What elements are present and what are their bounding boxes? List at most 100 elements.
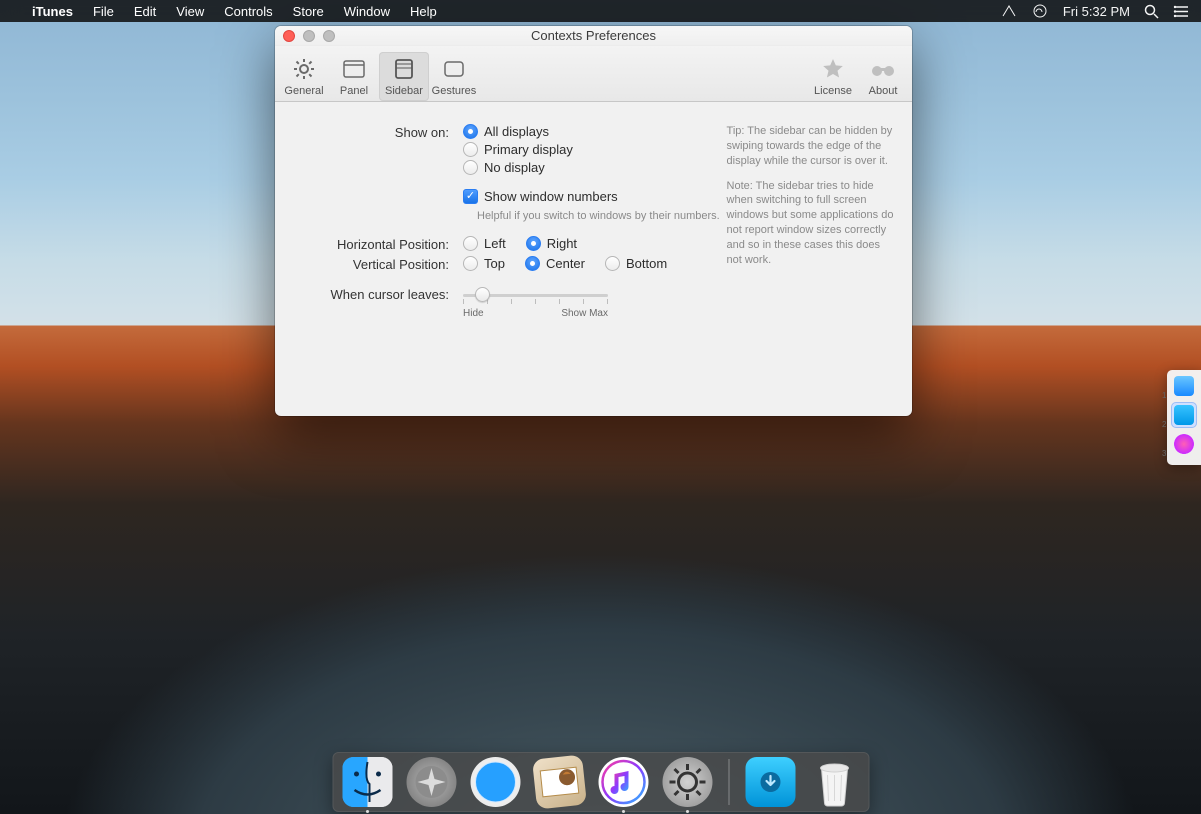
notification-center-icon[interactable] xyxy=(1173,5,1189,18)
downloads-icon xyxy=(755,767,785,797)
tab-gestures[interactable]: Gestures xyxy=(429,52,479,101)
spotlight-icon[interactable] xyxy=(1144,4,1159,19)
radio-hpos-left[interactable]: Left xyxy=(463,236,506,251)
radio-vpos-top[interactable]: Top xyxy=(463,256,505,271)
radio-vpos-bottom[interactable]: Bottom xyxy=(605,256,667,271)
radio-label: Right xyxy=(547,236,577,251)
tab-general[interactable]: General xyxy=(279,52,329,101)
contexts-item-itunes[interactable]: 3 xyxy=(1171,431,1197,457)
window-number: 3 xyxy=(1162,449,1166,458)
preferences-toolbar: General Panel Sidebar Gestures License xyxy=(275,46,912,102)
radio-label: Left xyxy=(484,236,506,251)
running-indicator-icon xyxy=(686,810,689,813)
sidebar-icon xyxy=(391,56,417,82)
menubar-item-controls[interactable]: Controls xyxy=(214,4,282,19)
slider-min-label: Hide xyxy=(463,308,484,319)
radio-vpos-center[interactable]: Center xyxy=(525,256,585,271)
help-text: Helpful if you switch to windows by thei… xyxy=(477,210,727,222)
contexts-item-contexts[interactable]: 2 xyxy=(1171,402,1197,428)
slider-max-label: Show Max xyxy=(561,308,608,319)
tab-label: General xyxy=(284,85,323,97)
star-icon xyxy=(820,56,846,82)
contexts-sidebar[interactable]: 1 2 3 xyxy=(1167,370,1201,465)
menu-extra-icon[interactable] xyxy=(1001,4,1017,18)
radio-label: Primary display xyxy=(484,142,573,157)
radio-hpos-right[interactable]: Right xyxy=(526,236,577,251)
dock-safari[interactable] xyxy=(470,757,520,807)
finder-icon xyxy=(1174,376,1194,396)
safari-icon xyxy=(472,759,518,805)
radio-all-displays[interactable]: All displays xyxy=(463,124,573,139)
dock-finder[interactable] xyxy=(342,757,392,807)
dock-mail[interactable] xyxy=(532,755,587,810)
creative-cloud-icon[interactable] xyxy=(1031,4,1049,18)
radio-primary-display[interactable]: Primary display xyxy=(463,142,573,157)
dock-settings[interactable] xyxy=(662,757,712,807)
trash-icon xyxy=(813,757,855,807)
dock xyxy=(332,752,869,812)
checkbox-label: Show window numbers xyxy=(484,189,618,204)
radio-dot-icon xyxy=(463,142,478,157)
radio-dot-icon xyxy=(463,236,478,251)
contexts-item-finder[interactable]: 1 xyxy=(1171,373,1197,399)
radio-dot-icon xyxy=(605,256,620,271)
tab-sidebar[interactable]: Sidebar xyxy=(379,52,429,101)
window-close-button[interactable] xyxy=(283,30,295,42)
vpos-label: Vertical Position: xyxy=(293,256,463,272)
menubar-item-store[interactable]: Store xyxy=(283,4,334,19)
radio-dot-icon xyxy=(526,236,541,251)
tab-panel[interactable]: Panel xyxy=(329,52,379,101)
tip-text-1: Tip: The sidebar can be hidden by swipin… xyxy=(727,124,894,169)
finder-icon xyxy=(342,757,392,807)
slider-thumb[interactable] xyxy=(475,287,490,302)
cursor-label: When cursor leaves: xyxy=(293,286,463,302)
mail-stamp-icon xyxy=(538,765,581,799)
menubar-item-view[interactable]: View xyxy=(166,4,214,19)
radio-label: Top xyxy=(484,256,505,271)
tab-label: Panel xyxy=(340,85,368,97)
window-number: 1 xyxy=(1162,391,1166,400)
dock-downloads[interactable] xyxy=(745,757,795,807)
menubar-item-window[interactable]: Window xyxy=(334,4,400,19)
cursor-slider[interactable]: Hide Show Max xyxy=(463,286,608,319)
menubar-clock[interactable]: Fri 5:32 PM xyxy=(1063,4,1130,19)
running-indicator-icon xyxy=(622,810,625,813)
checkbox-show-numbers[interactable]: ✓ Show window numbers xyxy=(463,189,618,204)
binoculars-icon xyxy=(870,56,896,82)
radio-dot-icon xyxy=(463,124,478,139)
tab-about[interactable]: About xyxy=(858,52,908,101)
menubar-item-edit[interactable]: Edit xyxy=(124,4,166,19)
tab-label: Sidebar xyxy=(385,85,423,97)
window-title: Contexts Preferences xyxy=(531,28,656,43)
window-minimize-button[interactable] xyxy=(303,30,315,42)
dock-trash[interactable] xyxy=(809,757,859,807)
gear-icon xyxy=(291,56,317,82)
radio-label: Center xyxy=(546,256,585,271)
tab-label: About xyxy=(869,85,898,97)
contexts-app-icon xyxy=(1174,405,1194,425)
gestures-icon xyxy=(441,56,467,82)
tab-license[interactable]: License xyxy=(808,52,858,101)
checkmark-icon: ✓ xyxy=(463,189,478,204)
itunes-icon xyxy=(600,759,646,805)
panel-icon xyxy=(341,56,367,82)
gear-icon xyxy=(665,760,709,804)
radio-label: All displays xyxy=(484,124,549,139)
titlebar[interactable]: Contexts Preferences xyxy=(275,26,912,46)
menubar-app[interactable]: iTunes xyxy=(22,4,83,19)
running-indicator-icon xyxy=(366,810,369,813)
radio-no-display[interactable]: No display xyxy=(463,160,573,175)
tip-text-2: Note: The sidebar tries to hide when swi… xyxy=(727,179,894,268)
tab-label: License xyxy=(814,85,852,97)
menubar-item-file[interactable]: File xyxy=(83,4,124,19)
radio-dot-icon xyxy=(463,160,478,175)
hpos-label: Horizontal Position: xyxy=(293,236,463,252)
menubar-item-help[interactable]: Help xyxy=(400,4,447,19)
dock-launchpad[interactable] xyxy=(406,757,456,807)
window-zoom-button[interactable] xyxy=(323,30,335,42)
preferences-window: Contexts Preferences General Panel Sideb… xyxy=(275,26,912,416)
radio-label: No display xyxy=(484,160,545,175)
radio-dot-icon xyxy=(525,256,540,271)
dock-itunes[interactable] xyxy=(598,757,648,807)
menubar: iTunes File Edit View Controls Store Win… xyxy=(0,0,1201,22)
